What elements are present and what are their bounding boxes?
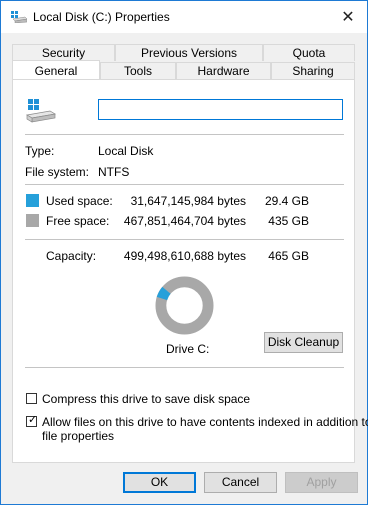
file-system-value: NTFS xyxy=(98,165,130,179)
divider xyxy=(25,184,344,185)
tab-general[interactable]: General xyxy=(12,60,100,81)
used-space-swatch xyxy=(26,194,39,207)
apply-button[interactable]: Apply xyxy=(285,472,358,493)
divider xyxy=(25,367,344,368)
capacity-bytes: 499,498,610,688 bytes xyxy=(123,249,246,263)
tab-previous-versions[interactable]: Previous Versions xyxy=(115,44,263,61)
tab-sharing[interactable]: Sharing xyxy=(271,62,355,79)
divider xyxy=(25,134,344,135)
type-value: Local Disk xyxy=(98,144,154,158)
title-bar: Local Disk (C:) Properties ✕ xyxy=(1,1,367,33)
used-space-bytes: 31,647,145,984 bytes xyxy=(130,194,246,208)
free-space-size: 435 GB xyxy=(268,214,309,228)
file-system-label: File system: xyxy=(25,165,90,179)
index-checkbox[interactable]: ✓ xyxy=(26,414,38,427)
drive-icon xyxy=(26,99,56,123)
disk-usage-ring xyxy=(155,276,214,335)
free-space-swatch xyxy=(26,214,39,227)
tab-tools[interactable]: Tools xyxy=(100,62,176,79)
type-label: Type: xyxy=(25,144,55,158)
close-button[interactable]: ✕ xyxy=(337,9,359,27)
drive-label: Drive C: xyxy=(166,342,210,356)
ok-button[interactable]: OK xyxy=(123,472,196,493)
window-title: Local Disk (C:) Properties xyxy=(33,10,170,24)
tab-row-bottom: General Tools Hardware Sharing xyxy=(12,60,355,81)
drive-icon xyxy=(11,11,27,23)
tab-security[interactable]: Security xyxy=(12,44,115,61)
general-panel: Type: Local Disk File system: NTFS Used … xyxy=(12,79,368,463)
used-space-size: 29.4 GB xyxy=(264,194,309,208)
close-icon: ✕ xyxy=(341,9,355,26)
free-space-bytes: 467,851,464,704 bytes xyxy=(123,214,246,228)
index-label-line1: Allow files on this drive to have conten… xyxy=(42,415,368,429)
index-label-line2: file properties xyxy=(42,429,115,443)
used-space-label: Used space: xyxy=(46,194,113,208)
drive-name-input[interactable] xyxy=(98,99,343,120)
tab-quota[interactable]: Quota xyxy=(263,44,355,61)
checkmark-icon: ✓ xyxy=(28,414,38,426)
properties-dialog: Local Disk (C:) Properties ✕ Security Pr… xyxy=(0,0,368,505)
free-space-ring xyxy=(155,276,214,335)
cancel-button[interactable]: Cancel xyxy=(204,472,277,493)
divider xyxy=(25,239,344,240)
capacity-label: Capacity: xyxy=(46,249,97,263)
compress-checkbox[interactable] xyxy=(26,393,37,404)
capacity-size: 465 GB xyxy=(268,249,309,263)
free-space-label: Free space: xyxy=(46,214,110,228)
tab-hardware[interactable]: Hardware xyxy=(176,62,271,79)
disk-cleanup-button[interactable]: Disk Cleanup xyxy=(264,332,343,353)
compress-label: Compress this drive to save disk space xyxy=(42,392,251,406)
tab-row-top: Security Previous Versions Quota xyxy=(12,44,355,61)
